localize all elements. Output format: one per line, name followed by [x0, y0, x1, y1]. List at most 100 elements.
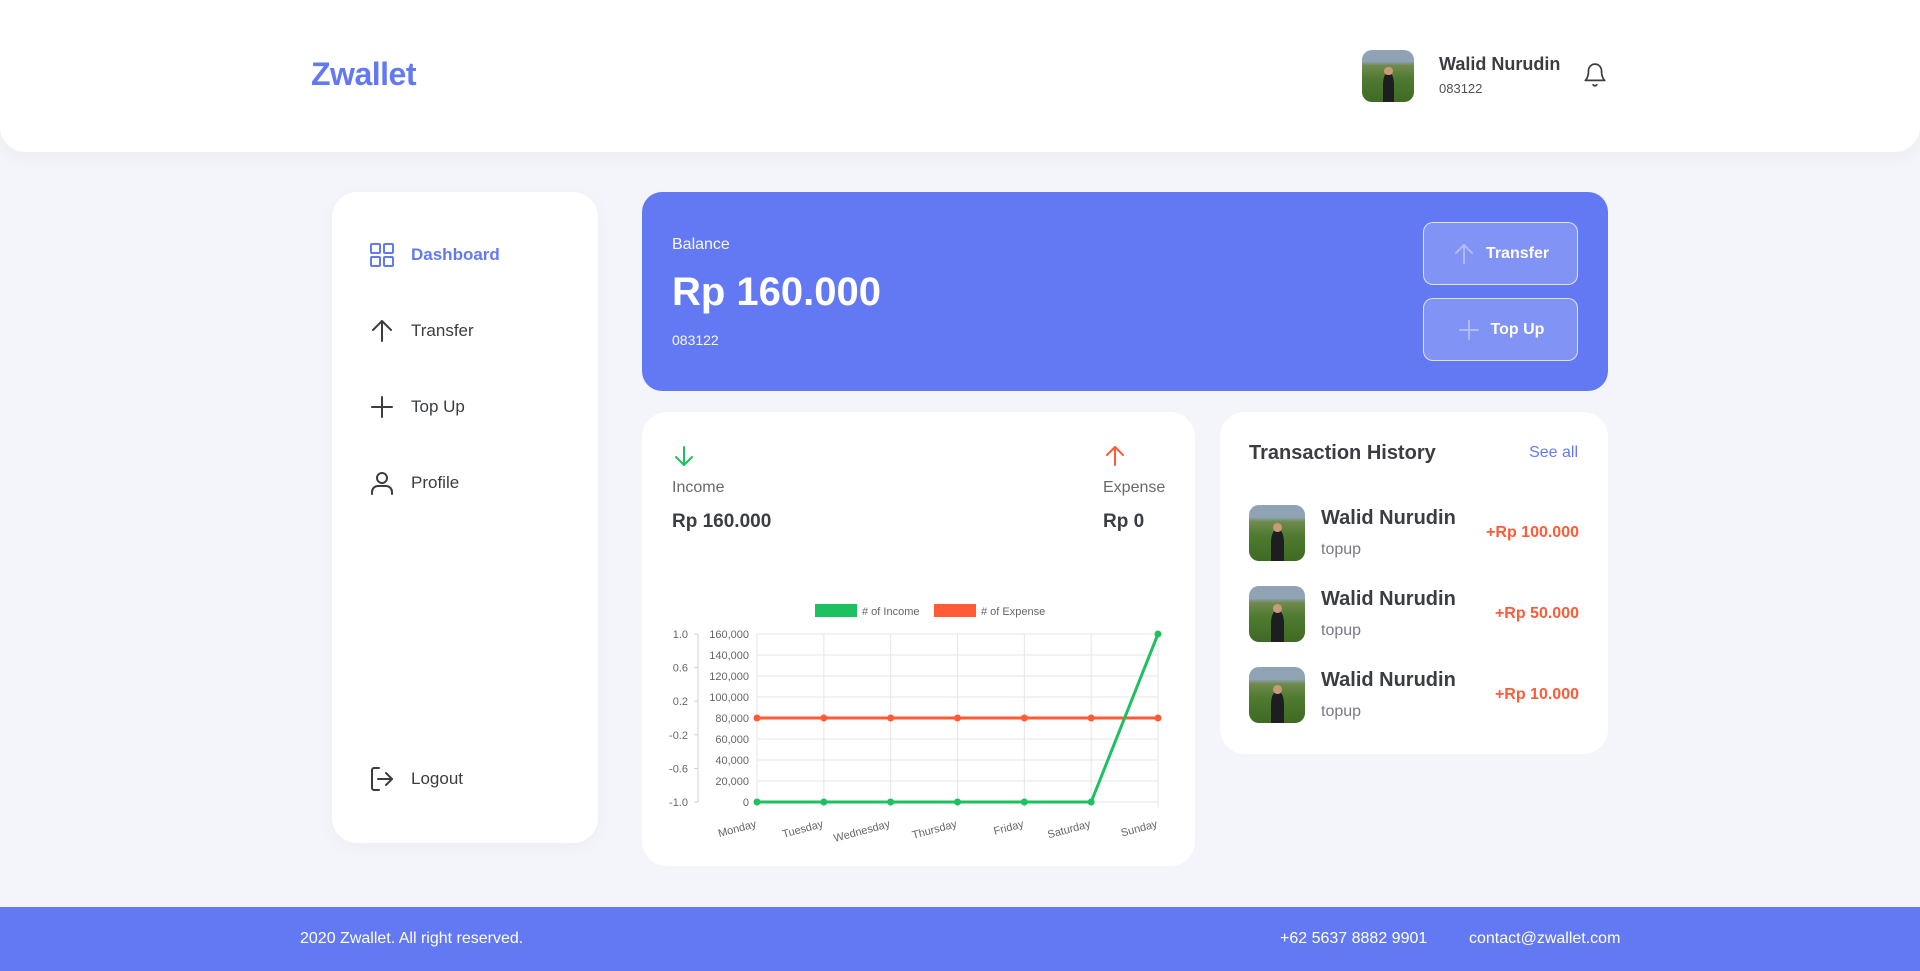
arrow-up-icon — [1454, 243, 1473, 264]
y-tick-label-right: 160,000 — [709, 629, 749, 641]
expense-label: Expense — [1103, 479, 1166, 496]
data-point — [887, 714, 895, 722]
expense-value: Rp 0 — [1103, 511, 1145, 532]
data-point — [1087, 798, 1095, 806]
grid-icon — [370, 243, 394, 267]
transaction-name: Walid Nurudin — [1321, 588, 1456, 610]
plus-icon — [1458, 319, 1479, 340]
footer-phone[interactable]: +62 5637 8882 9901 — [1280, 930, 1427, 948]
user-phone: 083122 — [1439, 81, 1483, 96]
sidebar-item-profile[interactable]: Profile — [368, 468, 459, 498]
legend-label: # of Income — [862, 606, 919, 618]
sidebar-item-label: Top Up — [411, 397, 465, 416]
sidebar: Dashboard Transfer Top Up Profile Logout — [332, 192, 598, 843]
transfer-button-label: Transfer — [1485, 244, 1550, 262]
data-point — [1087, 714, 1095, 722]
user-name: Walid Nurudin — [1439, 54, 1561, 74]
x-tick-label: Monday — [717, 818, 758, 840]
y-tick-label-right: 60,000 — [715, 734, 749, 746]
y-tick-label-right: 40,000 — [715, 755, 749, 767]
plus-icon — [371, 396, 393, 418]
transaction-amount: +Rp 10.000 — [1494, 686, 1579, 703]
logout-icon — [371, 767, 393, 791]
transaction-history-card: Transaction History See all Walid Nurudi… — [1220, 412, 1608, 754]
transfer-button[interactable]: Transfer — [1423, 222, 1578, 285]
top-header: Zwallet Walid Nurudin 083122 — [0, 0, 1920, 152]
x-tick-label: Saturday — [1046, 818, 1092, 841]
logout-button[interactable]: Logout — [368, 764, 463, 794]
transaction-type: topup — [1321, 703, 1362, 720]
sidebar-item-dashboard[interactable]: Dashboard — [368, 240, 500, 270]
topup-button[interactable]: Top Up — [1423, 298, 1578, 361]
legend-swatch — [815, 604, 857, 617]
data-point — [820, 798, 828, 806]
income-value: Rp 160.000 — [672, 511, 772, 532]
transaction-type: topup — [1321, 622, 1362, 639]
data-point — [753, 798, 761, 806]
footer-email[interactable]: contact@zwallet.com — [1469, 930, 1620, 948]
balance-label: Balance — [672, 236, 730, 253]
history-title: Transaction History — [1249, 442, 1436, 464]
list-item[interactable]: Walid Nurudin topup +Rp 100.000 — [1249, 505, 1579, 561]
footer-copyright: 2020 Zwallet. All right reserved. — [300, 930, 524, 947]
y-tick-label-left: -0.6 — [669, 763, 688, 775]
y-tick-label-right: 80,000 — [715, 713, 749, 725]
income-expense-chart: 160,000 140,000 120,000 100,000 80,000 60,000… — [669, 604, 1162, 845]
bell-icon[interactable] — [1582, 62, 1608, 88]
y-tick-label-right: 140,000 — [709, 650, 749, 662]
y-tick-label-left: 1.0 — [673, 629, 688, 641]
y-tick-label-right: 100,000 — [709, 692, 749, 704]
avatar[interactable] — [1362, 50, 1414, 102]
transaction-amount: +Rp 100.000 — [1486, 524, 1579, 541]
x-tick-label: Friday — [992, 818, 1025, 838]
footer: 2020 Zwallet. All right reserved. +62 56… — [0, 907, 1920, 971]
y-tick-label-right: 20,000 — [715, 776, 749, 788]
x-tick-label: Tuesday — [781, 818, 825, 841]
transaction-type: topup — [1321, 541, 1362, 558]
arrow-up-icon — [1106, 446, 1124, 466]
income-expense-card: Income Rp 160.000 Expense Rp 0 160,000 14… — [642, 412, 1195, 866]
transaction-name: Walid Nurudin — [1321, 669, 1456, 691]
data-point — [753, 714, 761, 722]
transaction-name: Walid Nurudin — [1321, 507, 1456, 529]
legend-label: # of Expense — [981, 606, 1045, 618]
avatar — [1249, 505, 1305, 561]
y-tick-label-right: 120,000 — [709, 671, 749, 683]
balance-amount: Rp 160.000 — [672, 270, 882, 314]
list-item[interactable]: Walid Nurudin topup +Rp 50.000 — [1249, 586, 1579, 642]
app-logo[interactable]: Zwallet — [311, 56, 416, 93]
data-point — [1154, 630, 1162, 638]
data-point — [887, 798, 895, 806]
sidebar-item-topup[interactable]: Top Up — [368, 392, 465, 422]
data-point — [1020, 714, 1028, 722]
y-tick-label-left: -1.0 — [669, 797, 688, 809]
arrow-up-icon — [372, 320, 392, 342]
data-point — [1020, 798, 1028, 806]
x-tick-label: Thursday — [911, 818, 959, 842]
sidebar-item-transfer[interactable]: Transfer — [368, 316, 474, 346]
y-tick-label-left: 0.2 — [673, 696, 688, 708]
data-point — [1154, 714, 1162, 722]
sidebar-item-label: Profile — [411, 473, 460, 492]
arrow-down-icon — [675, 446, 693, 466]
sidebar-item-label: Transfer — [411, 321, 474, 340]
data-point — [820, 714, 828, 722]
see-all-link[interactable]: See all — [1529, 444, 1578, 462]
sidebar-item-label: Dashboard — [411, 245, 500, 264]
avatar — [1249, 667, 1305, 723]
x-tick-label: Sunday — [1120, 818, 1160, 839]
data-point — [954, 714, 961, 722]
balance-card: Balance Rp 160.000 083122 Transfer Top U… — [642, 192, 1608, 391]
income-label: Income — [672, 479, 725, 496]
list-item[interactable]: Walid Nurudin topup +Rp 10.000 — [1249, 667, 1579, 723]
y-tick-label-left: 0.6 — [673, 663, 688, 675]
data-point — [954, 798, 961, 806]
legend-swatch — [934, 604, 976, 617]
transaction-amount: +Rp 50.000 — [1494, 605, 1579, 622]
avatar — [1249, 586, 1305, 642]
user-icon — [371, 472, 393, 495]
logout-label: Logout — [411, 769, 463, 788]
balance-phone: 083122 — [672, 332, 719, 348]
topup-button-label: Top Up — [1490, 320, 1545, 338]
x-tick-label: Wednesday — [832, 818, 892, 845]
